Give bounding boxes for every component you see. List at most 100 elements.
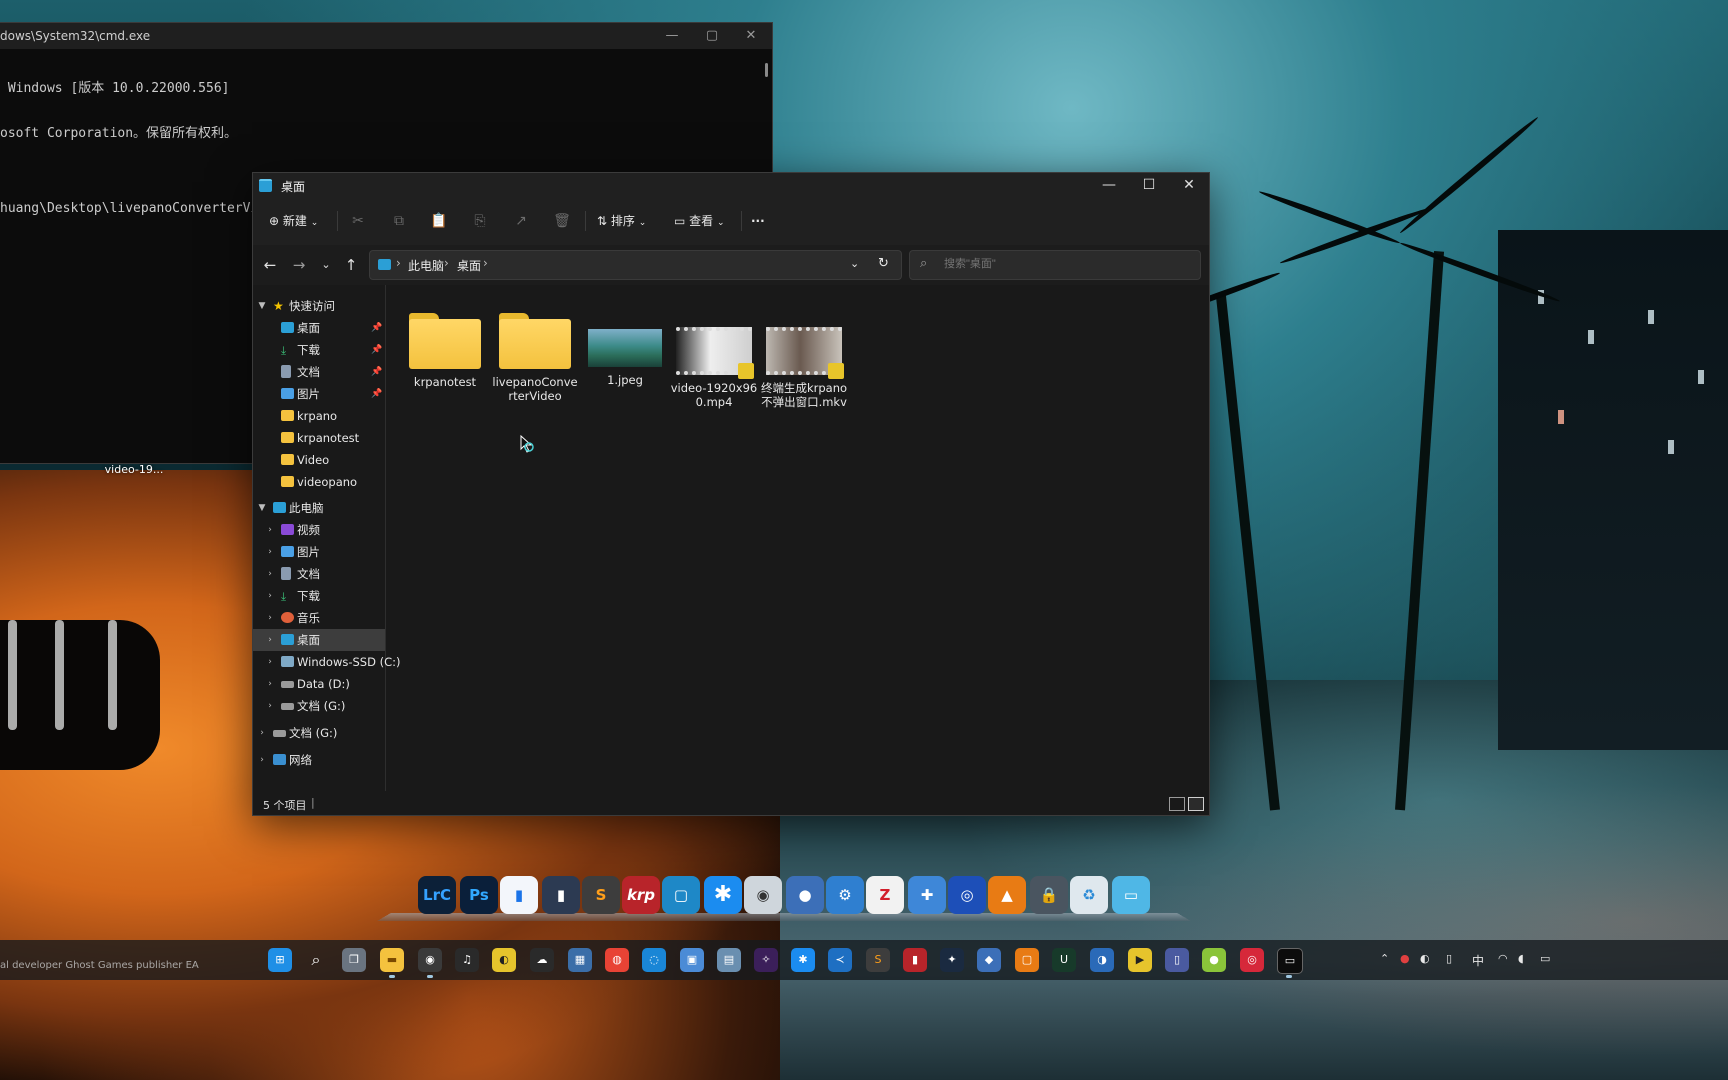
volume-icon[interactable]: ◖ — [1518, 952, 1524, 965]
explorer-titlebar[interactable]: 桌面 — ☐ ✕ — [253, 173, 1209, 197]
puzzle-icon[interactable]: ✚ — [908, 876, 946, 914]
sidebar-item-drive-g-root[interactable]: › 文档 (G:) — [253, 722, 385, 744]
monitor-icon[interactable]: ▭ — [1112, 876, 1150, 914]
cut-icon[interactable]: ✂ — [346, 209, 370, 233]
view-button[interactable]: ▭ 查看 ⌄ — [674, 209, 725, 233]
file-explorer-icon[interactable]: ▬ — [380, 948, 404, 972]
tray-app-icon[interactable]: ● — [1400, 952, 1410, 965]
copy-icon[interactable]: ⧉ — [387, 209, 411, 233]
sidebar-item-pictures[interactable]: 图片 📌 — [253, 383, 385, 405]
maximize-button[interactable]: ▢ — [692, 23, 732, 49]
camera-icon[interactable]: ◉ — [744, 876, 782, 914]
cloud-icon[interactable]: ☁ — [530, 948, 554, 972]
sidebar-item-documents[interactable]: 文档 📌 — [253, 361, 385, 383]
vscode-icon[interactable]: ≺ — [828, 948, 852, 972]
windows-start-icon[interactable]: ⊞ — [268, 948, 292, 972]
ime-indicator[interactable]: 中 — [1472, 952, 1484, 969]
sidebar-this-pc[interactable]: ▼ 此电脑 — [253, 497, 385, 519]
address-bar[interactable]: › 此电脑 › 桌面 › ⌄ ↻ — [369, 250, 902, 280]
search-box[interactable]: ⌕ — [909, 250, 1201, 280]
vlc-icon[interactable]: ▲ — [988, 876, 1026, 914]
circle-app-icon[interactable]: ◎ — [948, 876, 986, 914]
large-icons-view-icon[interactable] — [1188, 797, 1204, 811]
sidebar-item-downloads[interactable]: ⤓ 下载 📌 — [253, 339, 385, 361]
minimize-button[interactable]: — — [652, 23, 692, 49]
desktop-file-label[interactable]: video-19... — [104, 463, 164, 476]
paste-icon[interactable]: 📋 — [427, 209, 451, 233]
app-icon[interactable]: ✧ — [754, 948, 778, 972]
back-arrow-icon[interactable]: ← — [258, 253, 282, 277]
tray-app-icon[interactable]: ◐ — [1420, 952, 1430, 965]
file-list[interactable]: krpanotest livepanoConverterVideo 1.jpeg… — [389, 285, 1209, 791]
file-item-jpeg[interactable]: 1.jpeg — [581, 303, 669, 387]
lightroom-icon[interactable]: LrC — [418, 876, 456, 914]
delete-icon[interactable]: 🗑 — [550, 209, 574, 233]
terminal-icon[interactable]: ▭ — [1277, 948, 1303, 974]
sidebar-item-krpanotest[interactable]: krpanotest — [253, 427, 385, 449]
cmd-scrollbar[interactable] — [765, 63, 768, 77]
app-icon[interactable]: U — [1052, 948, 1076, 972]
asterisk-app-icon[interactable]: ✱ — [704, 876, 742, 914]
app-icon[interactable]: ● — [1202, 948, 1226, 972]
lock-icon[interactable]: 🔒 — [1030, 876, 1068, 914]
forward-arrow-icon[interactable]: → — [287, 253, 311, 277]
maximize-button[interactable]: ☐ — [1129, 173, 1169, 197]
sidebar-item-drive-g[interactable]: › 文档 (G:) — [253, 695, 385, 717]
sidebar-item-music[interactable]: › 音乐 — [253, 607, 385, 629]
obs-icon[interactable]: ◉ — [418, 948, 442, 972]
app-icon[interactable]: ▣ — [680, 948, 704, 972]
netease-music-icon[interactable]: ◎ — [1240, 948, 1264, 972]
new-button[interactable]: ⊕ 新建 ⌄ — [269, 209, 318, 233]
address-dropdown-icon[interactable]: ⌄ — [850, 257, 859, 270]
tray-overflow-icon[interactable]: ⌃ — [1380, 952, 1389, 965]
app-icon[interactable]: ▦ — [568, 948, 592, 972]
app-icon[interactable]: ◑ — [1090, 948, 1114, 972]
up-arrow-icon[interactable]: ↑ — [339, 253, 363, 277]
app-icon[interactable]: ▤ — [717, 948, 741, 972]
sidebar-item-network[interactable]: › 网络 — [253, 749, 385, 771]
share-icon[interactable]: ↗ — [509, 209, 533, 233]
app-icon[interactable]: ▮ — [542, 876, 580, 914]
battery-icon[interactable]: ▭ — [1540, 952, 1550, 965]
sidebar-item-drive-d[interactable]: › Data (D:) — [253, 673, 385, 695]
sidebar-item-videopano[interactable]: videopano — [253, 471, 385, 493]
search-icon[interactable]: ⌕ — [304, 948, 328, 972]
explorer-window[interactable]: 桌面 — ☐ ✕ ⊕ 新建 ⌄ ✂ ⧉ 📋 ⎘ ↗ 🗑 ⇅ 排序 ⌄ ▭ 查看 … — [252, 172, 1210, 816]
minimize-button[interactable]: — — [1089, 173, 1129, 197]
sidebar-item-pc-documents[interactable]: › 文档 — [253, 563, 385, 585]
app-icon[interactable]: ▮ — [903, 948, 927, 972]
sort-button[interactable]: ⇅ 排序 ⌄ — [597, 209, 646, 233]
sidebar-item-pc-downloads[interactable]: › ⤓ 下载 — [253, 585, 385, 607]
wifi-icon[interactable]: ◠ — [1498, 952, 1508, 965]
sublime-text-icon[interactable]: S — [582, 876, 620, 914]
search-input[interactable] — [942, 257, 1186, 271]
headset-icon[interactable]: ♫ — [455, 948, 479, 972]
sidebar-item-videos[interactable]: › 视频 — [253, 519, 385, 541]
z-app-icon[interactable]: Z — [866, 876, 904, 914]
cmd-titlebar[interactable]: dows\System32\cmd.exe — ▢ ✕ — [0, 23, 772, 49]
sidebar-quick-access[interactable]: ▼ ★ 快速访问 — [253, 295, 385, 317]
app-icon[interactable]: ▶ — [1128, 948, 1152, 972]
krpano-icon[interactable]: krp — [622, 876, 660, 914]
breadcrumb-this-pc[interactable]: 此电脑 — [408, 257, 444, 274]
rename-icon[interactable]: ⎘ — [468, 209, 492, 233]
chrome-icon[interactable]: ◍ — [605, 948, 629, 972]
asterisk-app-icon[interactable]: ✱ — [791, 948, 815, 972]
app-icon[interactable]: ▯ — [1165, 948, 1189, 972]
close-button[interactable]: ✕ — [731, 23, 771, 49]
app-icon[interactable]: ▢ — [1015, 948, 1039, 972]
file-item-mp4[interactable]: video-1920x960.mp4 — [670, 303, 758, 409]
tv-icon[interactable]: ▢ — [662, 876, 700, 914]
more-options-button[interactable]: ··· — [751, 209, 765, 233]
refresh-icon[interactable]: ↻ — [878, 256, 889, 271]
file-item-livepanoconvertervideo[interactable]: livepanoConverterVideo — [491, 303, 579, 403]
app-icon[interactable]: ◐ — [492, 948, 516, 972]
app-icon[interactable]: ✦ — [940, 948, 964, 972]
photoshop-icon[interactable]: Ps — [460, 876, 498, 914]
globe-icon[interactable]: ● — [786, 876, 824, 914]
sidebar-item-drive-c[interactable]: › Windows-SSD (C:) — [253, 651, 400, 673]
sidebar-item-video[interactable]: Video — [253, 449, 385, 471]
gear-icon[interactable]: ⚙ — [826, 876, 864, 914]
sidebar-item-pc-pictures[interactable]: › 图片 — [253, 541, 385, 563]
tray-app-icon[interactable]: ▯ — [1446, 952, 1452, 965]
